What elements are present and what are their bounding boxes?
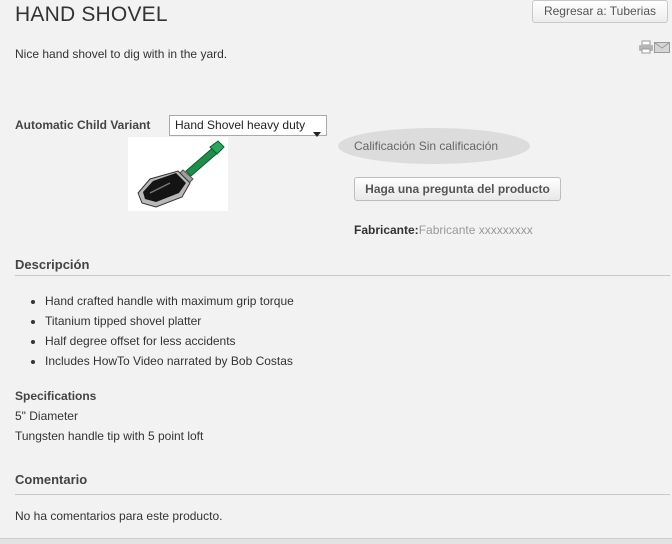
no-reviews-text: No ha comentarios para este producto. <box>15 509 223 523</box>
product-intro: Nice hand shovel to dig with in the yard… <box>15 47 228 61</box>
product-image[interactable] <box>128 137 228 211</box>
product-tools <box>638 40 670 54</box>
reviews-heading: Comentario <box>15 472 88 487</box>
list-item: Includes HowTo Video narrated by Bob Cos… <box>45 354 294 374</box>
description-heading: Descripción <box>15 257 90 272</box>
specifications-heading: Specifications <box>15 389 97 403</box>
rating-text: Calificación Sin calificación <box>354 139 499 153</box>
manufacturer: Fabricante:Fabricante xxxxxxxxx <box>354 223 533 237</box>
page-title: HAND SHOVEL <box>15 3 168 26</box>
description-list: Hand crafted handle with maximum grip to… <box>31 294 294 374</box>
chevron-down-icon <box>313 124 321 143</box>
printer-icon[interactable] <box>638 40 654 59</box>
envelope-icon[interactable] <box>654 40 670 59</box>
manufacturer-label: Fabricante: <box>354 223 419 237</box>
description-divider <box>15 275 670 276</box>
ask-question-button[interactable]: Haga una pregunta del producto <box>354 177 561 201</box>
list-item: Hand crafted handle with maximum grip to… <box>45 294 294 314</box>
back-to-category-button[interactable]: Regresar a: Tuberias <box>532 0 668 23</box>
list-item: Half degree offset for less accidents <box>45 334 294 354</box>
reviews-divider <box>15 494 670 495</box>
variant-select[interactable]: Hand Shovel heavy duty <box>169 115 327 137</box>
variant-selected-value: Hand Shovel heavy duty <box>175 118 306 132</box>
bottom-divider <box>0 538 672 544</box>
variant-label: Automatic Child Variant <box>15 118 151 132</box>
spec-line: 5" Diameter <box>15 409 78 423</box>
list-item: Titanium tipped shovel platter <box>45 314 294 334</box>
spec-line: Tungsten handle tip with 5 point loft <box>15 429 204 443</box>
manufacturer-link[interactable]: Fabricante xxxxxxxxx <box>419 223 533 237</box>
